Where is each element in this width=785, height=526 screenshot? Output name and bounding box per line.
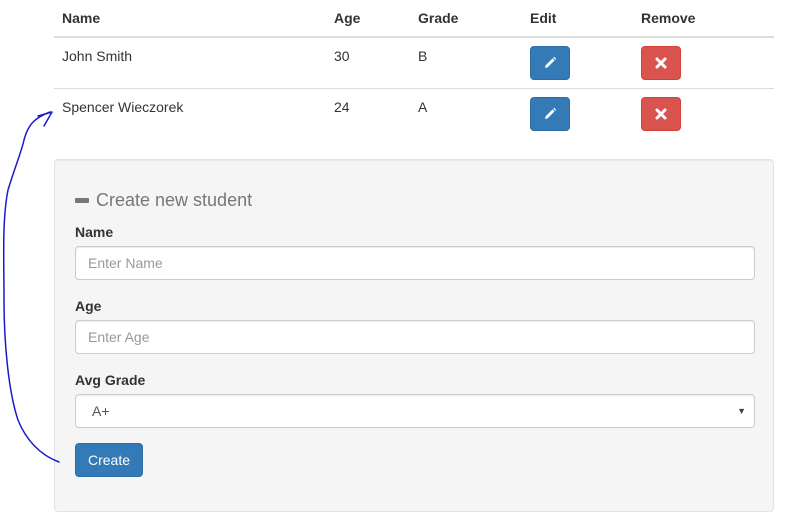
cell-grade: B [418, 48, 428, 64]
cell-age: 24 [326, 87, 410, 139]
cell-name: John Smith [62, 48, 133, 64]
table-header-row: Name Age Grade Edit Remove [54, 0, 774, 38]
edit-button[interactable] [530, 46, 570, 80]
name-label: Name [75, 224, 114, 240]
header-name: Name [54, 0, 326, 38]
close-icon [655, 57, 667, 69]
students-table: Name Age Grade Edit Remove John Smith 30… [54, 0, 774, 139]
minus-icon[interactable] [75, 198, 89, 203]
pencil-icon [545, 56, 557, 68]
cell-grade: A [410, 87, 522, 139]
header-age: Age [326, 0, 410, 38]
cell-age: 30 [334, 48, 350, 64]
remove-button[interactable] [641, 46, 681, 80]
create-button[interactable]: Create [75, 443, 143, 477]
cell-remove [633, 37, 774, 88]
chevron-down-icon: ▼ [737, 406, 746, 416]
cell-remove [633, 87, 774, 139]
header-grade: Grade [410, 0, 522, 38]
pencil-icon [545, 107, 557, 119]
close-icon [655, 108, 667, 119]
grade-select-value: A+ [92, 403, 110, 419]
age-label: Age [75, 298, 102, 314]
edit-button[interactable] [530, 96, 570, 131]
cell-name: Spencer Wieczorek [54, 87, 326, 139]
cell-edit [522, 87, 633, 139]
cell-edit [522, 37, 633, 88]
table-row: John Smith 30 B [54, 37, 774, 88]
name-input[interactable] [75, 246, 755, 280]
age-input[interactable] [75, 320, 755, 354]
remove-button[interactable] [641, 96, 681, 131]
panel-title: Create new student [96, 190, 253, 210]
table-row: Spencer Wieczorek 24 A [54, 87, 774, 139]
grade-label: Avg Grade [75, 372, 146, 388]
header-edit: Edit [522, 0, 633, 38]
panel-heading[interactable]: Create new student [75, 190, 252, 211]
header-remove: Remove [633, 0, 774, 38]
grade-select[interactable]: A+ ▼ [75, 394, 755, 428]
create-student-panel: Create new student Name Age Avg Grade A+… [54, 159, 774, 512]
